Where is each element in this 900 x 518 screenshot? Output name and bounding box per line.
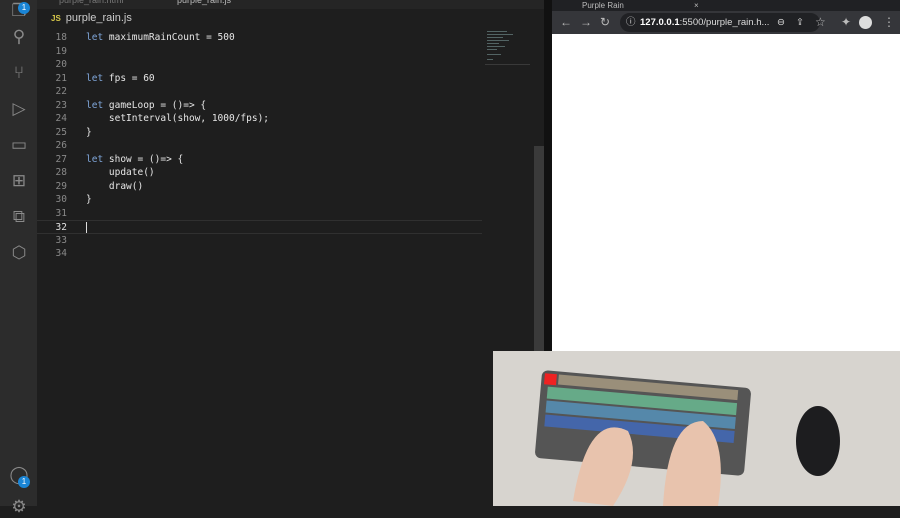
source-control-icon[interactable]: ⑂: [8, 62, 30, 84]
line-number: 23: [55, 99, 67, 111]
line-code: update(): [86, 166, 155, 180]
reload-icon[interactable]: ↻: [600, 15, 610, 29]
line-code: let show = ()=> {: [86, 153, 183, 167]
line-number: 34: [55, 248, 67, 259]
line-number: 26: [55, 140, 67, 151]
back-icon[interactable]: ←: [560, 15, 572, 29]
code-text: show = ()=> {: [103, 153, 184, 165]
code-line[interactable]: 20: [37, 58, 482, 72]
text-caret: [86, 222, 87, 233]
share-icon[interactable]: ⇪: [796, 13, 804, 32]
code-text: gameLoop = ()=> {: [103, 99, 207, 111]
search-icon[interactable]: ⚲: [8, 26, 30, 48]
code-text: draw(): [86, 180, 144, 192]
code-line[interactable]: 23 let gameLoop = ()=> {: [37, 99, 482, 113]
line-code: }: [86, 126, 92, 140]
line-code: draw(): [86, 180, 143, 194]
settings-icon[interactable]: ⚙: [8, 496, 30, 518]
code-text: setInterval(show, 1000/fps);: [86, 113, 270, 124]
breadcrumb[interactable]: JS purple_rain.js: [37, 9, 547, 29]
line-number: 29: [55, 180, 67, 192]
zoom-icon[interactable]: ⊖: [777, 13, 785, 32]
code-text: update(): [86, 167, 155, 178]
breadcrumb-file: purple_rain.js: [65, 12, 132, 24]
minimap[interactable]: [485, 30, 530, 66]
code-line[interactable]: 30}: [37, 193, 482, 207]
url-host: 127.0.0.1: [640, 17, 680, 28]
extensions-icon[interactable]: ⊞: [8, 170, 30, 192]
line-code: let maximumRainCount = 500: [86, 31, 235, 45]
code-text: fps = 60: [103, 72, 155, 84]
profile-avatar[interactable]: [859, 16, 872, 29]
line-number: 18: [55, 32, 67, 43]
info-icon: ⓘ: [626, 17, 636, 28]
editor-tabs: purple_rain.html purple_rain.js: [37, 0, 547, 9]
url-path: :5500/purple_rain.h...: [679, 17, 770, 28]
line-number: 19: [55, 45, 67, 57]
line-number: 33: [55, 234, 67, 246]
webcam-overlay: [493, 351, 900, 506]
code-text: }: [86, 194, 92, 205]
keyword: let: [86, 72, 104, 84]
code-editor[interactable]: 18 let maximumRainCount = 500 19 20 21 let fp…: [37, 29, 534, 506]
code-line[interactable]: 19: [37, 45, 482, 59]
code-line[interactable]: 33: [37, 234, 482, 248]
forward-icon[interactable]: →: [580, 15, 592, 29]
extensions-puzzle-icon[interactable]: ✦: [841, 15, 851, 29]
code-line[interactable]: 24 setInterval(show, 1000/fps);: [37, 112, 482, 126]
line-number: 20: [55, 59, 67, 70]
keyword: let: [86, 32, 104, 43]
account-badge: 1: [18, 476, 30, 488]
line-code: setInterval(show, 1000/fps);: [86, 112, 269, 126]
code-line[interactable]: 27 let show = ()=> {: [37, 153, 482, 167]
line-number: 22: [55, 86, 67, 97]
browser-tab[interactable]: Purple Rain: [582, 0, 624, 11]
tab-js[interactable]: purple_rain.js: [177, 0, 257, 9]
bookmark-star-icon[interactable]: ☆: [815, 15, 826, 29]
code-line[interactable]: 29 draw(): [37, 180, 482, 194]
line-number: 21: [55, 72, 67, 84]
activity-bar: ❐ 1 ⚲ ⑂ ▷ ▭ ⊞ ⧉ ⬡ ◯ 1 ⚙: [0, 0, 37, 516]
line-number: 25: [55, 126, 67, 138]
tab-html[interactable]: purple_rain.html: [59, 0, 139, 9]
code-text: }: [86, 126, 92, 138]
line-number: 27: [55, 153, 67, 165]
address-bar[interactable]: ⓘ 127.0.0.1:5500/purple_rain.h... ⊖ ⇪: [620, 13, 820, 32]
line-code: }: [86, 193, 92, 207]
code-line[interactable]: 31: [37, 207, 482, 221]
code-line[interactable]: 34: [37, 247, 482, 261]
code-line[interactable]: 25}: [37, 126, 482, 140]
line-number: 32: [55, 222, 67, 233]
line-code: let fps = 60: [86, 72, 155, 86]
code-line[interactable]: 26: [37, 139, 482, 153]
js-file-icon: JS: [51, 14, 61, 23]
explorer-badge: 1: [18, 2, 30, 14]
code-line[interactable]: 32: [37, 220, 482, 234]
keyword: let: [86, 99, 104, 111]
code-text: maximumRainCount = 500: [103, 32, 235, 43]
menu-icon[interactable]: ⋮: [883, 15, 895, 29]
code-line[interactable]: 28 update(): [37, 166, 482, 180]
close-tab-icon[interactable]: ×: [694, 0, 699, 11]
line-number: 24: [55, 113, 67, 124]
line-number: 30: [55, 194, 67, 205]
python-icon[interactable]: ⧉: [8, 206, 30, 228]
code-line[interactable]: 18 let maximumRainCount = 500: [37, 31, 482, 45]
keyword: let: [86, 153, 104, 165]
keyboard-photo: [535, 370, 840, 506]
remote-explorer-icon[interactable]: ▭: [8, 134, 30, 156]
run-debug-icon[interactable]: ▷: [8, 98, 30, 120]
code-line[interactable]: 22: [37, 85, 482, 99]
code-line[interactable]: 21 let fps = 60: [37, 72, 482, 86]
line-number: 31: [55, 207, 67, 219]
live-share-icon[interactable]: ⬡: [8, 242, 30, 264]
line-number: 28: [55, 167, 67, 178]
line-code: let gameLoop = ()=> {: [86, 99, 206, 113]
